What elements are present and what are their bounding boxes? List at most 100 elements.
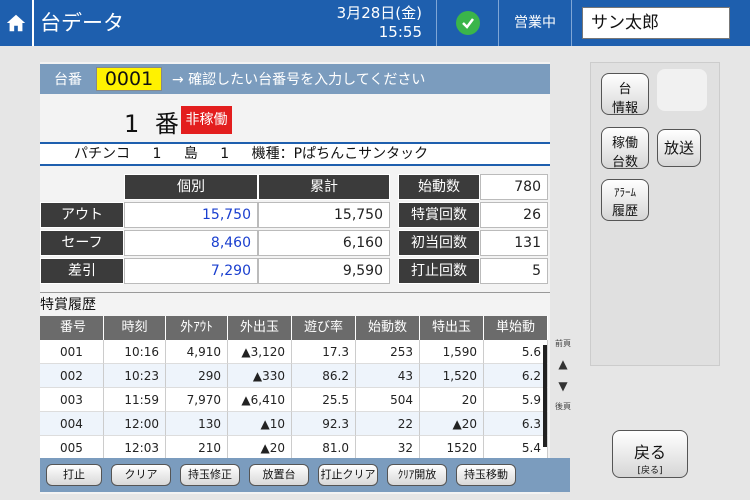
balls-move-button[interactable]: 持玉移動 — [456, 464, 516, 486]
next-page-label: 後頁 — [555, 402, 571, 411]
user-name: サン太郎 — [582, 7, 730, 39]
business-status: 営業中 — [498, 0, 572, 46]
machine-type: パチンコ — [74, 146, 130, 162]
machine-display-number: 1 番 — [124, 110, 183, 138]
status-badge: 非稼働 — [181, 106, 232, 134]
cell: 32 — [356, 436, 420, 460]
history-col-header: 外出玉 — [228, 316, 292, 340]
time-text: 15:55 — [378, 23, 422, 41]
col-individual: 個別 — [124, 174, 258, 200]
cell: 10:16 — [104, 340, 166, 364]
history-header-row: 番号 時刻 外ｱｳﾄ 外出玉 遊び率 始動数 特出玉 単始動 — [40, 316, 548, 340]
action-button-bar: 打止 クリア 持玉修正 放置台 打止クリア ｸﾘｱ開放 持玉移動 — [40, 458, 570, 492]
machine-info-label-2: 情報 — [611, 101, 638, 116]
section-divider — [40, 292, 550, 293]
cell: 253 — [356, 340, 420, 364]
cell: ▲6,410 — [228, 388, 292, 412]
cell: 001 — [40, 340, 104, 364]
cell: 002 — [40, 364, 104, 388]
cell: 25.5 — [292, 388, 356, 412]
history-col-header: 外ｱｳﾄ — [166, 316, 228, 340]
history-scrollbar[interactable] — [543, 345, 547, 447]
operation-count-label-2: 台数 — [611, 155, 638, 170]
col-total: 累計 — [258, 174, 390, 200]
page-up-button[interactable]: ▲ — [552, 357, 574, 371]
cell: 43 — [356, 364, 420, 388]
page-title: 台データ — [32, 0, 326, 46]
cell: ▲10 — [228, 412, 292, 436]
broadcast-button[interactable]: 放送 — [657, 129, 701, 167]
history-col-header: 特出玉 — [420, 316, 484, 340]
machine-info-button[interactable]: 台 情報 — [601, 73, 649, 116]
history-table: 番号 時刻 外ｱｳﾄ 外出玉 遊び率 始動数 特出玉 単始動 001 10:16 4… — [40, 316, 548, 460]
check-icon — [461, 18, 474, 29]
stat-value-stop: 5 — [480, 258, 548, 284]
diff-individual: 7,290 — [124, 258, 258, 284]
table-row[interactable]: 005 12:03 210 ▲20 81.0 32 1520 5.4 — [40, 436, 548, 460]
date-text: 3月28日(金) — [336, 4, 422, 22]
cell: 86.2 — [292, 364, 356, 388]
out-total: 15,750 — [258, 202, 390, 228]
clear-release-button[interactable]: ｸﾘｱ開放 — [387, 464, 447, 486]
alarm-history-label-1: ｱﾗｰﾑ — [614, 186, 636, 199]
cell: 290 — [166, 364, 228, 388]
cell: 10:23 — [104, 364, 166, 388]
cell: 81.0 — [292, 436, 356, 460]
header-bar: 台データ 3月28日(金) 15:55 営業中 サン太郎 — [0, 0, 750, 46]
history-col-header: 番号 — [40, 316, 104, 340]
table-row[interactable]: 002 10:23 290 ▲330 86.2 43 1,520 6.2 — [40, 364, 548, 388]
cell: ▲330 — [228, 364, 292, 388]
stat-value-start: 780 — [480, 174, 548, 200]
safe-total: 6,160 — [258, 230, 390, 256]
cell: 005 — [40, 436, 104, 460]
row-label-diff: 差引 — [40, 258, 124, 284]
cell: 11:59 — [104, 388, 166, 412]
cell: 17.3 — [292, 340, 356, 364]
stop-clear-button[interactable]: 打止クリア — [318, 464, 378, 486]
cell: 5.9 — [484, 388, 548, 412]
page-down-button[interactable]: ▼ — [552, 379, 574, 393]
cell: 7,970 — [166, 388, 228, 412]
machine-info-line: パチンコ 1 島 1 機種：Pぱちんこサンタック — [40, 142, 550, 166]
out-individual: 15,750 — [124, 202, 258, 228]
history-col-header: 単始動 — [484, 316, 548, 340]
home-button[interactable] — [0, 0, 32, 46]
main-panel: 台番 0001 → 確認したい台番号を入力してください 1 番 非稼働 パチンコ… — [40, 62, 550, 494]
cell: 5.4 — [484, 436, 548, 460]
balls-correct-button[interactable]: 持玉修正 — [180, 464, 240, 486]
seat-number: 1 — [220, 146, 230, 162]
stat-label-stop: 打止回数 — [398, 258, 480, 284]
cell: 130 — [166, 412, 228, 436]
stat-label-special: 特賞回数 — [398, 202, 480, 228]
idle-machine-button[interactable]: 放置台 — [249, 464, 309, 486]
history-pager: 前頁 ▲ ▼ 後頁 — [552, 338, 574, 446]
stat-value-special: 26 — [480, 202, 548, 228]
operation-count-button[interactable]: 稼働 台数 — [601, 127, 649, 170]
stat-label-start: 始動数 — [398, 174, 480, 200]
cell: 92.3 — [292, 412, 356, 436]
cell: 1520 — [420, 436, 484, 460]
stop-button[interactable]: 打止 — [46, 464, 102, 486]
diff-total: 9,590 — [258, 258, 390, 284]
prev-page-label: 前頁 — [555, 339, 571, 348]
history-col-header: 遊び率 — [292, 316, 356, 340]
table-row[interactable]: 004 12:00 130 ▲10 92.3 22 ▲20 6.3 — [40, 412, 548, 436]
alarm-history-button[interactable]: ｱﾗｰﾑ 履歴 — [601, 179, 649, 221]
clear-button[interactable]: クリア — [111, 464, 171, 486]
cell: ▲20 — [420, 412, 484, 436]
cell: 12:03 — [104, 436, 166, 460]
cell: 003 — [40, 388, 104, 412]
stat-label-first: 初当回数 — [398, 230, 480, 256]
cell: 12:00 — [104, 412, 166, 436]
cell: 5.6 — [484, 340, 548, 364]
datetime: 3月28日(金) 15:55 — [326, 4, 424, 42]
back-button[interactable]: 戻る [戻る] — [612, 430, 688, 478]
machine-number-hint: → 確認したい台番号を入力してください — [172, 72, 426, 88]
table-row[interactable]: 001 10:16 4,910 ▲3,120 17.3 253 1,590 5.6 — [40, 340, 548, 364]
safe-individual: 8,460 — [124, 230, 258, 256]
table-row[interactable]: 003 11:59 7,970 ▲6,410 25.5 504 20 5.9 — [40, 388, 548, 412]
cell: 20 — [420, 388, 484, 412]
machine-model: 機種：Pぱちんこサンタック — [251, 146, 429, 162]
cell: 1,590 — [420, 340, 484, 364]
machine-number-input[interactable]: 0001 — [96, 67, 162, 91]
